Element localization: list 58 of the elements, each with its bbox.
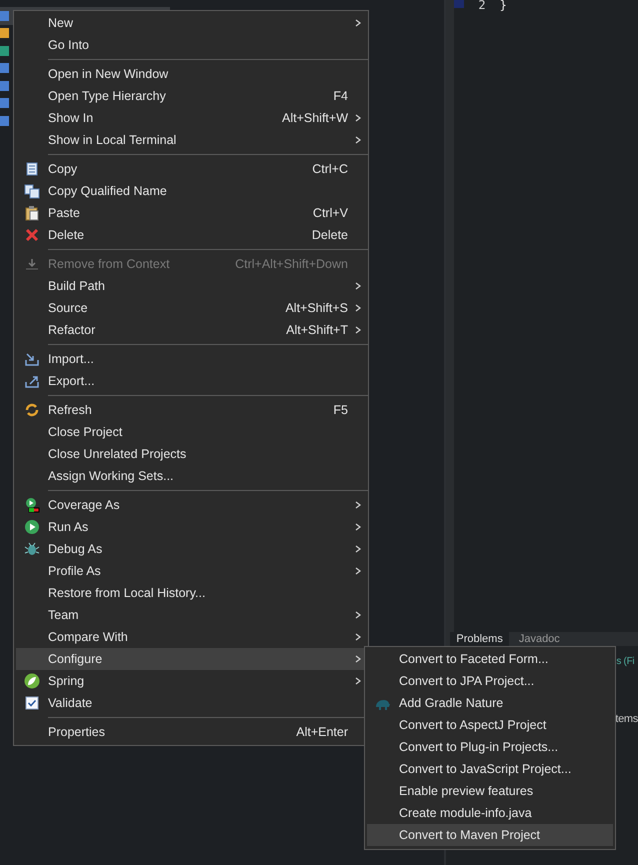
menu-item[interactable]: Import... [16,348,366,370]
menu-item[interactable]: Build Path [16,275,366,297]
play-icon [24,497,40,513]
menu-item[interactable]: Source Alt+Shift+S [16,297,366,319]
menu-item[interactable]: Spring [16,670,366,692]
panel-tab[interactable]: Problems [450,632,509,646]
menu-item[interactable]: Delete Delete [16,224,366,246]
panel-tab[interactable]: Javadoc [512,632,566,646]
menu-item[interactable]: Convert to Maven Project [367,824,613,846]
menu-item[interactable]: Assign Working Sets... [16,465,366,487]
menu-item[interactable]: Create module-info.java [367,802,613,824]
menu-item[interactable]: Run As [16,516,366,538]
checkbox-icon [24,695,40,711]
import-icon [24,351,40,367]
panel-text: tems [615,713,638,725]
menu-item[interactable]: Refresh F5 [16,399,366,421]
menu-item[interactable]: Convert to Faceted Form... [367,648,613,670]
code-line: } [500,0,507,10]
menu-item[interactable]: Coverage As [16,494,366,516]
menu-item[interactable]: Copy Qualified Name [16,180,366,202]
menu-item[interactable]: Show In Alt+Shift+W [16,107,366,129]
menu-item[interactable]: Go Into [16,34,366,56]
document-icon [24,161,40,177]
menu-item[interactable]: Configure [16,648,366,670]
menu-item[interactable]: Close Unrelated Projects [16,443,366,465]
menu-item[interactable]: Copy Ctrl+C [16,158,366,180]
menu-item[interactable]: Close Project [16,421,366,443]
menu-item[interactable]: Refactor Alt+Shift+T [16,319,366,341]
bug-icon [24,541,40,557]
menu-item[interactable]: Convert to Plug-in Projects... [367,736,613,758]
marker-icon [454,0,464,8]
menu-item[interactable]: Validate [16,692,366,714]
menu-item[interactable]: Compare With [16,626,366,648]
menu-item[interactable]: Open Type Hierarchy F4 [16,85,366,107]
menu-item[interactable]: Debug As [16,538,366,560]
leaf-icon [24,673,40,689]
panel-text: s (Fi [616,656,634,667]
arrow-icon [24,256,40,272]
menu-item[interactable]: Add Gradle Nature [367,692,613,714]
menu-item[interactable]: Enable preview features [367,780,613,802]
menu-item[interactable]: Properties Alt+Enter [16,721,366,743]
menu-item[interactable]: New [16,12,366,34]
menu-item[interactable]: Open in New Window [16,63,366,85]
menu-item[interactable]: Show in Local Terminal [16,129,366,151]
menu-item[interactable]: Convert to JPA Project... [367,670,613,692]
line-number: 2 [478,0,486,10]
documents-icon [24,183,40,199]
menu-item[interactable]: Convert to AspectJ Project [367,714,613,736]
menu-item[interactable]: Convert to JavaScript Project... [367,758,613,780]
menu-item[interactable]: Profile As [16,560,366,582]
menu-item[interactable]: Paste Ctrl+V [16,202,366,224]
menu-item[interactable]: Export... [16,370,366,392]
play-icon [24,519,40,535]
clipboard-icon [24,205,40,221]
refresh-icon [24,402,40,418]
menu-item[interactable]: Restore from Local History... [16,582,366,604]
delete-icon [24,227,40,243]
menu-item[interactable]: Team [16,604,366,626]
